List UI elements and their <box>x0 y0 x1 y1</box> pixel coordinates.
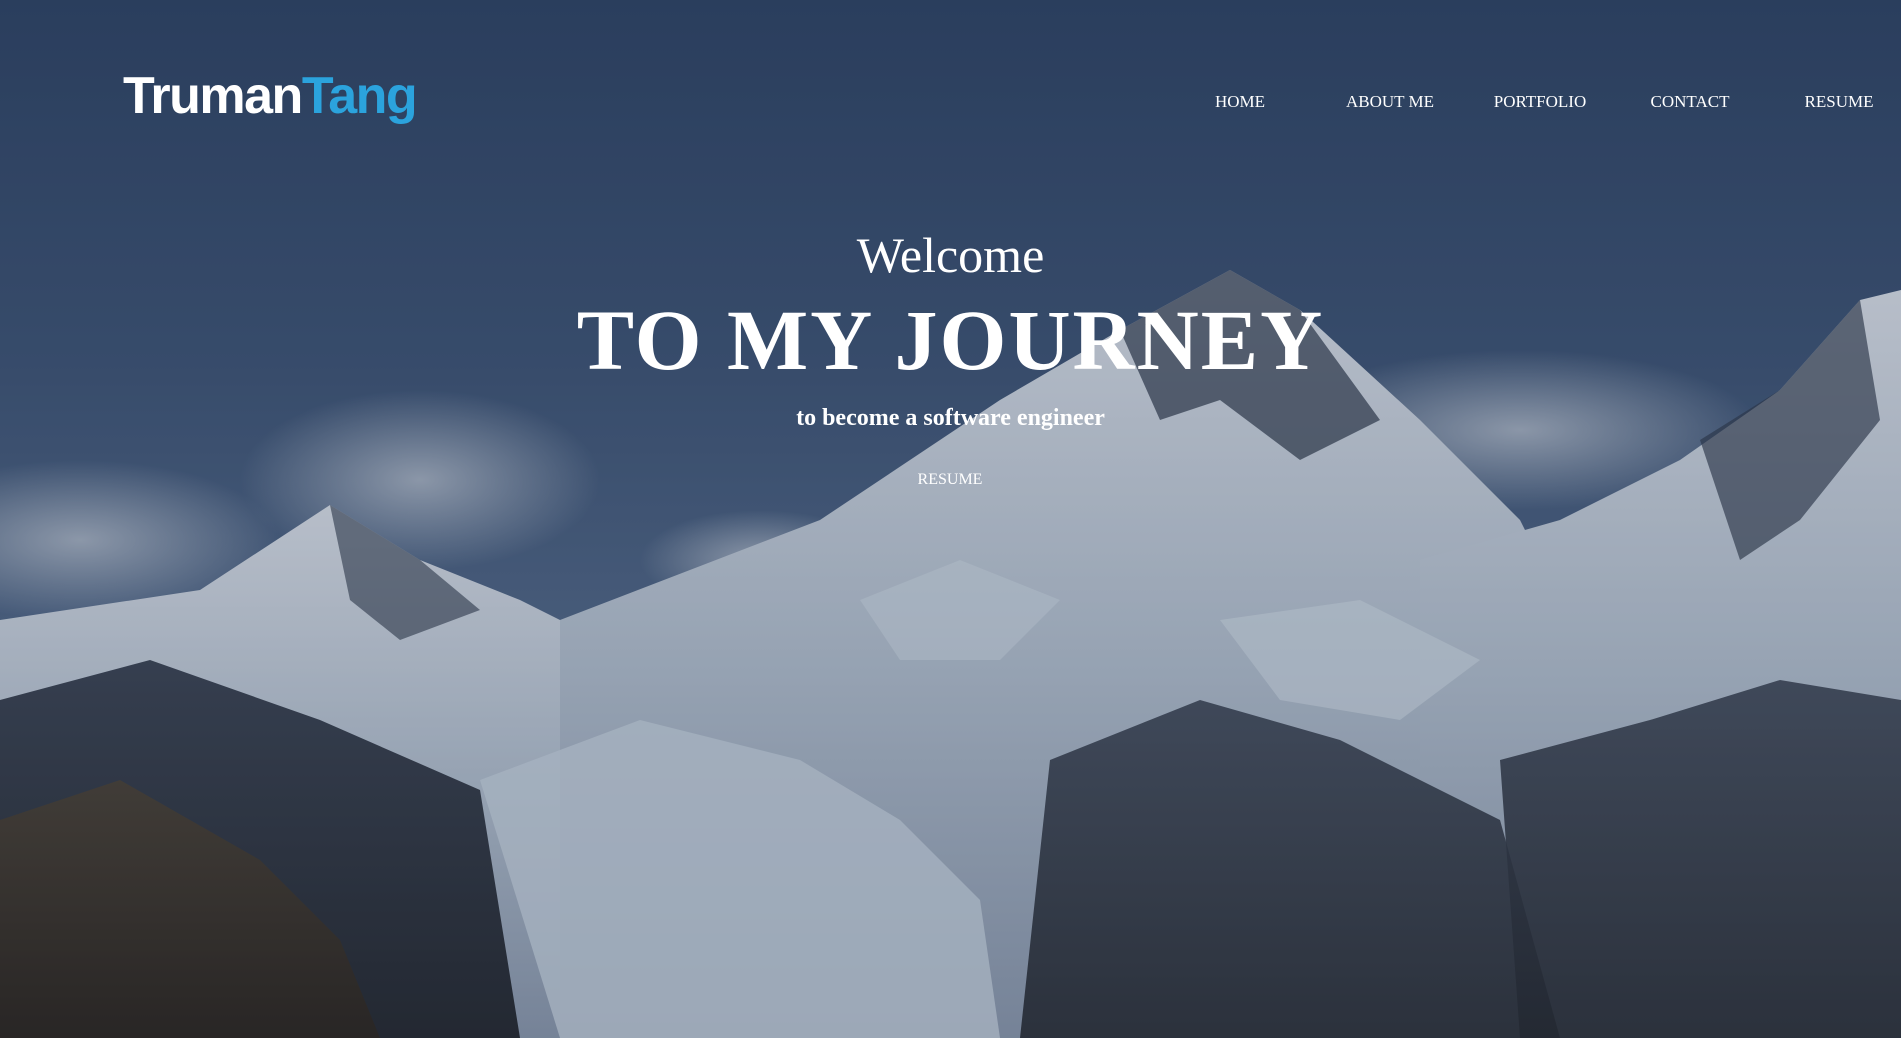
hero-subtitle: to become a software engineer <box>796 405 1105 431</box>
nav-about-link[interactable]: ABOUT ME <box>1320 92 1460 112</box>
nav-home-link[interactable]: HOME <box>1170 92 1310 112</box>
nav-contact-link[interactable]: CONTACT <box>1620 92 1760 112</box>
hero-headline: TO MY JOURNEY <box>576 292 1325 388</box>
nav-portfolio-link[interactable]: PORTFOLIO <box>1470 92 1610 112</box>
hero-welcome: Welcome <box>856 227 1045 283</box>
nav-resume-link[interactable]: RESUME <box>1769 92 1901 112</box>
site-header: TrumanTang HOME ABOUT ME PORTFOLIO CONTA… <box>0 0 1901 200</box>
main-nav: HOME ABOUT ME PORTFOLIO CONTACT RESUME <box>0 92 1901 116</box>
hero-resume-button[interactable]: RESUME <box>900 471 1000 489</box>
